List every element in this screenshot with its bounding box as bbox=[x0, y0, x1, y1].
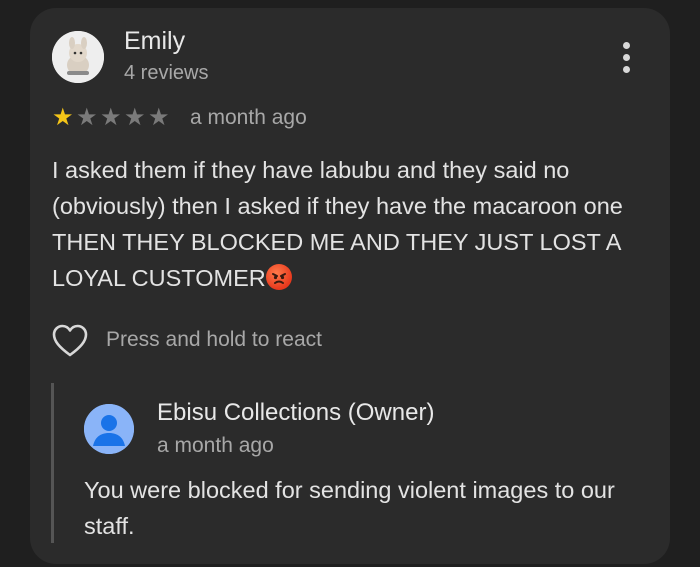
plush-avatar-image bbox=[52, 31, 104, 83]
menu-dot bbox=[623, 54, 630, 61]
star-filled-icon: ★ bbox=[52, 104, 74, 131]
heart-react-icon[interactable] bbox=[51, 323, 89, 359]
star-empty-icon: ★ bbox=[124, 104, 146, 131]
angry-face-emoji-icon bbox=[265, 264, 292, 290]
author-name[interactable]: Emily bbox=[124, 27, 185, 56]
star-empty-icon: ★ bbox=[148, 104, 170, 131]
owner-name[interactable]: Ebisu Collections (Owner) bbox=[157, 399, 434, 427]
more-vert-icon[interactable] bbox=[612, 40, 642, 74]
react-hint[interactable]: Press and hold to react bbox=[106, 328, 322, 352]
person-icon bbox=[84, 404, 134, 454]
review-text: I asked them if they have labubu and the… bbox=[52, 152, 632, 296]
menu-dot bbox=[623, 42, 630, 49]
reply-divider bbox=[51, 383, 54, 543]
star-empty-icon: ★ bbox=[76, 104, 98, 131]
owner-reply-date: a month ago bbox=[157, 434, 274, 457]
author-review-count: 4 reviews bbox=[124, 62, 209, 84]
star-empty-icon: ★ bbox=[100, 104, 122, 131]
owner-reply-text: You were blocked for sending violent ima… bbox=[84, 477, 615, 539]
menu-dot bbox=[623, 66, 630, 73]
review-body: I asked them if they have labubu and the… bbox=[52, 157, 623, 291]
owner-avatar[interactable] bbox=[84, 404, 134, 454]
author-avatar[interactable] bbox=[52, 31, 104, 83]
review-date: a month ago bbox=[190, 106, 307, 129]
